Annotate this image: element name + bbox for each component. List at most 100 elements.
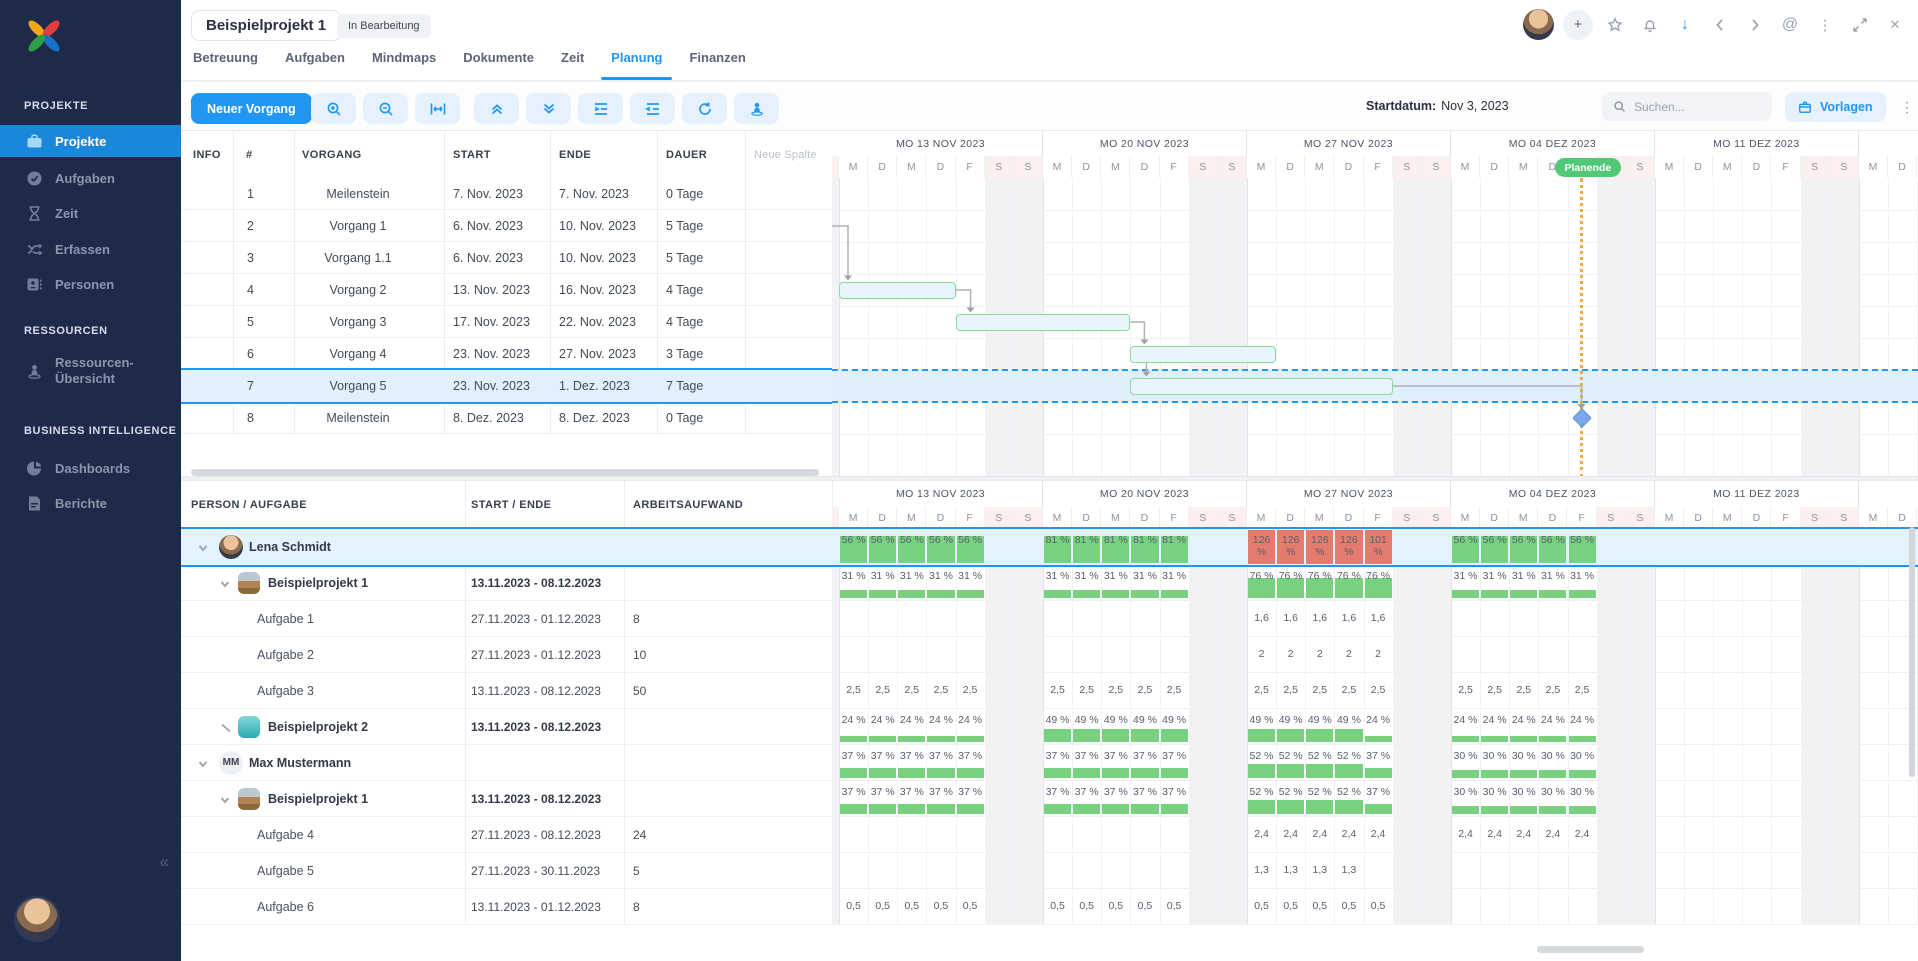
right-scrollbar[interactable] xyxy=(1909,527,1915,777)
resource-button[interactable] xyxy=(734,93,779,124)
day-header-cell: S xyxy=(1422,156,1451,178)
tab-planung[interactable]: Planung xyxy=(611,50,662,80)
grid-line xyxy=(1160,178,1161,476)
utilization-cell: 1,3 xyxy=(1334,853,1363,888)
project-row[interactable]: Beispielprojekt 113.11.2023 - 08.12.2023… xyxy=(181,565,1918,601)
table-row[interactable]: 1Meilenstein7. Nov. 20237. Nov. 20230 Ta… xyxy=(181,178,832,210)
tab-betreuung[interactable]: Betreuung xyxy=(193,50,258,80)
collapse-all-button[interactable] xyxy=(474,93,519,124)
tab-dokumente[interactable]: Dokumente xyxy=(463,50,534,80)
sidebar-item-aufgaben[interactable]: Aufgaben xyxy=(0,162,181,194)
task-row[interactable]: Aufgabe 427.11.2023 - 08.12.2023242,42,4… xyxy=(181,817,1918,853)
person-row[interactable]: MMMax Mustermann37 %37 %37 %37 %37 %37 %… xyxy=(181,745,1918,781)
refresh-button[interactable] xyxy=(682,93,727,124)
zoom-out-button[interactable] xyxy=(363,93,408,124)
start-date[interactable]: Startdatum: Nov 3, 2023 xyxy=(1366,82,1509,130)
utilization-cell: 37 % xyxy=(956,745,985,780)
chevron-right-icon[interactable] xyxy=(1742,12,1768,38)
sidebar-user-avatar[interactable] xyxy=(14,896,60,942)
sidebar-collapse-button[interactable]: « xyxy=(160,852,167,872)
tab-mindmaps[interactable]: Mindmaps xyxy=(372,50,436,80)
utilization-cell: 56 % xyxy=(1509,529,1538,565)
tab-zeit[interactable]: Zeit xyxy=(561,50,584,80)
utilization-cell: 30 % xyxy=(1509,781,1538,816)
project-row[interactable]: Beispielprojekt 113.11.2023 - 08.12.2023… xyxy=(181,781,1918,817)
project-name: Beispielprojekt 1 xyxy=(268,781,368,816)
bottom-scrollbar[interactable] xyxy=(1537,946,1644,953)
utilization-cell: 0,5 xyxy=(1072,889,1101,924)
bell-icon[interactable] xyxy=(1637,12,1663,38)
link-icon[interactable]: @ xyxy=(1777,12,1803,38)
tab-finanzen[interactable]: Finanzen xyxy=(689,50,745,80)
cell-dates: 13.11.2023 - 01.12.2023 xyxy=(471,889,601,924)
gantt-bar[interactable] xyxy=(839,282,956,299)
sidebar-item-ressourcen-bersicht[interactable]: Ressourcen-Übersicht xyxy=(0,347,181,395)
cell-vorgang: Meilenstein xyxy=(294,402,422,433)
sidebar-item-dashboards[interactable]: Dashboards xyxy=(0,452,181,484)
left-table-scrollbar[interactable] xyxy=(191,469,819,476)
gantt-bar[interactable] xyxy=(956,314,1131,331)
zoom-in-button[interactable] xyxy=(311,93,356,124)
table-row[interactable]: 7Vorgang 523. Nov. 20231. Dez. 20237 Tag… xyxy=(181,368,832,404)
table-row[interactable]: 3Vorgang 1.16. Nov. 202310. Nov. 20235 T… xyxy=(181,242,832,274)
day-header-cell: S xyxy=(1422,507,1451,529)
grid-line xyxy=(1742,178,1743,476)
plus-icon[interactable]: + xyxy=(1563,10,1593,40)
tab-aufgaben[interactable]: Aufgaben xyxy=(285,50,345,80)
table-row[interactable]: 6Vorgang 423. Nov. 202327. Nov. 20233 Ta… xyxy=(181,338,832,370)
sidebar-item-zeit[interactable]: Zeit xyxy=(0,197,181,229)
person-row[interactable]: Lena Schmidt56 %56 %56 %56 %56 %81 %81 %… xyxy=(181,527,1918,567)
close-icon[interactable]: ✕ xyxy=(1882,12,1908,38)
toolbar-kebab-icon[interactable]: ⋮ xyxy=(1899,94,1915,120)
table-row[interactable]: 8Meilenstein8. Dez. 20238. Dez. 20230 Ta… xyxy=(181,402,832,434)
table-row[interactable]: 5Vorgang 317. Nov. 202322. Nov. 20234 Ta… xyxy=(181,306,832,338)
sidebar-item-berichte[interactable]: Berichte xyxy=(0,487,181,519)
sidebar-item-projekte[interactable]: Projekte xyxy=(0,125,181,157)
utilization-value: 31 % xyxy=(926,570,955,582)
project-row[interactable]: Beispielprojekt 213.11.2023 - 08.12.2023… xyxy=(181,709,1918,745)
indent-button[interactable] xyxy=(578,93,623,124)
sidebar-item-personen[interactable]: Personen xyxy=(0,268,181,300)
outdent-button[interactable] xyxy=(630,93,675,124)
utilization-value: 0,5 xyxy=(1334,900,1363,912)
utilization-bar xyxy=(1044,729,1071,742)
task-row[interactable]: Aufgabe 527.11.2023 - 30.11.202351,31,31… xyxy=(181,853,1918,889)
sidebar-item-erfassen[interactable]: Erfassen xyxy=(0,233,181,265)
chevron-down-icon[interactable] xyxy=(197,757,209,769)
add-column-button[interactable]: Neue Spalte xyxy=(754,131,817,178)
table-row[interactable]: 4Vorgang 213. Nov. 202316. Nov. 20234 Ta… xyxy=(181,274,832,306)
app-logo-icon[interactable] xyxy=(22,14,66,58)
grid-line xyxy=(1218,178,1219,476)
milestone-diamond[interactable] xyxy=(1572,408,1592,428)
user-avatar[interactable] xyxy=(1523,9,1554,40)
table-row[interactable]: 2Vorgang 16. Nov. 202310. Nov. 20235 Tag… xyxy=(181,210,832,242)
chevron-left-icon[interactable] xyxy=(1707,12,1733,38)
chevron-right-icon[interactable] xyxy=(219,721,231,733)
kebab-icon[interactable]: ⋮ xyxy=(1812,12,1838,38)
search-input[interactable] xyxy=(1634,100,1744,114)
chevron-down-icon[interactable] xyxy=(219,577,231,589)
chevron-down-icon[interactable] xyxy=(219,793,231,805)
task-row[interactable]: Aufgabe 313.11.2023 - 08.12.2023502,52,5… xyxy=(181,673,1918,709)
utilization-cell: 56 % xyxy=(1451,529,1480,565)
task-row[interactable]: Aufgabe 613.11.2023 - 01.12.202380,50,50… xyxy=(181,889,1918,925)
cell-ende: 10. Nov. 2023 xyxy=(559,210,636,241)
utilization-cell: 49 % xyxy=(1072,709,1101,744)
utilization-cell: 81 % xyxy=(1130,529,1159,565)
project-title[interactable]: Beispielprojekt 1 xyxy=(191,10,341,41)
gantt-bar[interactable] xyxy=(1130,346,1276,363)
utilization-bar xyxy=(1131,729,1158,742)
templates-button[interactable]: Vorlagen xyxy=(1785,92,1886,122)
gantt-bar[interactable] xyxy=(1130,378,1392,395)
resize-icon[interactable] xyxy=(1847,12,1873,38)
task-row[interactable]: Aufgabe 227.11.2023 - 01.12.20231022222 xyxy=(181,637,1918,673)
app: PROJEKTEProjekteAufgabenZeitErfassenPers… xyxy=(0,0,1918,961)
expand-all-button[interactable] xyxy=(526,93,571,124)
star-icon[interactable] xyxy=(1602,12,1628,38)
task-row[interactable]: Aufgabe 127.11.2023 - 01.12.202381,61,61… xyxy=(181,601,1918,637)
new-task-button[interactable]: Neuer Vorgang xyxy=(191,93,312,124)
download-icon[interactable]: ↓ xyxy=(1672,12,1698,38)
chevron-down-icon[interactable] xyxy=(197,541,209,553)
day-header-cell: F xyxy=(1160,156,1189,178)
fit-width-button[interactable] xyxy=(415,93,460,124)
